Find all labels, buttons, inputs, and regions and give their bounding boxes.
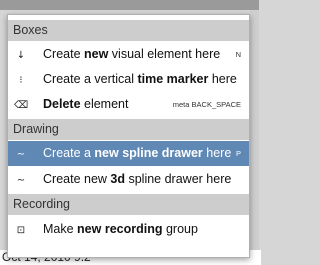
app-background-top xyxy=(0,0,259,10)
menu-item-label: Create a new spline drawer here xyxy=(43,146,232,160)
section-header-boxes: Boxes xyxy=(8,20,249,41)
shortcut-hint: N xyxy=(235,50,241,59)
menu-item-label: Delete element xyxy=(43,97,129,111)
spline-icon: ∼ xyxy=(16,174,26,186)
section-header-drawing: Drawing xyxy=(8,119,249,140)
menu-item-label: Create a vertical time marker here xyxy=(43,72,237,86)
menu-item-label: Create new 3d spline drawer here xyxy=(43,172,232,186)
menu-item-new-3d-spline-drawer[interactable]: ∼ Create new 3d spline drawer here xyxy=(8,167,249,192)
app-background-right xyxy=(250,10,259,250)
menu-item-delete-element[interactable]: ⌫ Delete element meta BACK_SPACE xyxy=(8,92,249,117)
menu-item-new-spline-drawer[interactable]: ∼ Create a new spline drawer here P xyxy=(8,141,249,166)
time-marker-icon: ⁝ xyxy=(19,74,23,86)
menu-item-create-time-marker[interactable]: ⁝ Create a vertical time marker here xyxy=(8,67,249,92)
context-menu: Boxes ↓ Create new visual element here N… xyxy=(7,14,250,258)
group-box-icon: ⊡ xyxy=(16,224,26,236)
menu-item-new-recording-group[interactable]: ⊡ Make new recording group xyxy=(8,217,249,242)
arrow-down-dot-icon: ↓ xyxy=(16,49,26,61)
shortcut-hint: meta BACK_SPACE xyxy=(172,100,241,109)
shortcut-hint: P xyxy=(235,149,241,158)
section-header-recording: Recording xyxy=(8,194,249,215)
menu-item-label: Create new visual element here xyxy=(43,47,221,61)
delete-backspace-icon: ⌫ xyxy=(13,99,29,111)
menu-item-label: Make new recording group xyxy=(43,222,198,236)
spline-icon: ∼ xyxy=(16,148,26,160)
menu-item-create-visual-element[interactable]: ↓ Create new visual element here N xyxy=(8,42,249,67)
